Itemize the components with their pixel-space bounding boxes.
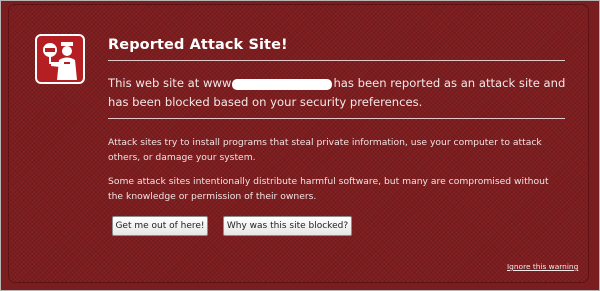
why-blocked-button[interactable]: Why was this site blocked?: [223, 216, 352, 236]
get-me-out-button[interactable]: Get me out of here!: [112, 216, 208, 236]
lead-text-start: This web site at www: [108, 76, 232, 90]
ignore-warning-link[interactable]: Ignore this warning: [507, 262, 578, 271]
warning-paragraph-2: Some attack sites intentionally distribu…: [108, 176, 549, 202]
attack-warning-panel: Reported Attack Site! This web site at w…: [8, 4, 589, 283]
redacted-url: [232, 78, 333, 90]
section-divider: [108, 118, 565, 119]
title-divider: [108, 60, 565, 61]
page-frame: Reported Attack Site! This web site at w…: [0, 0, 600, 291]
police-officer-stop-icon: [35, 34, 85, 84]
warning-lead-text: This web site at www has been reported as…: [108, 74, 578, 112]
warning-title: Reported Attack Site!: [108, 37, 288, 53]
warning-paragraph-1: Attack sites try to install programs tha…: [108, 137, 542, 163]
